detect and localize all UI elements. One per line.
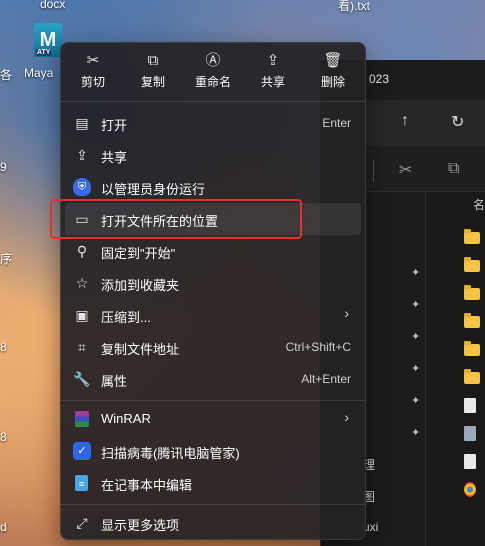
menu-item-label: 固定到"开始" [101, 246, 176, 261]
desktop-edge-label: 8 [0, 430, 7, 444]
highlight-annotation-box [50, 199, 302, 239]
scissors-icon[interactable]: ✂ [399, 160, 412, 180]
pin-icon: ⚲ [76, 243, 88, 259]
chevron-right-icon: › [344, 305, 349, 321]
folder-icon[interactable] [464, 257, 480, 272]
copy-icon: ⧉ [147, 52, 159, 69]
file-icon[interactable] [464, 398, 476, 413]
scissors-icon: ✂ [86, 52, 100, 69]
share-icon: ⇪ [266, 52, 280, 69]
chevron-right-icon: › [344, 409, 349, 425]
menu-item-edit-in-notepad[interactable]: ≡ 在记事本中编辑 [65, 467, 361, 499]
winrar-icon [75, 411, 89, 427]
folder-icon[interactable] [464, 313, 480, 328]
delete-button[interactable]: 🗑 删除 [303, 49, 363, 97]
desktop-edge-label: 9 [0, 160, 7, 174]
quick-action-bar: ✂ 剪切 ⧉ 复制 Ⓐ 重命名 ⇪ 共享 🗑 删除 [61, 43, 365, 101]
file-icon[interactable] [464, 454, 476, 469]
chrome-file-icon[interactable] [464, 482, 476, 497]
menu-item-label: 复制文件地址 [101, 342, 180, 357]
zip-folder-icon: ▣ [75, 307, 89, 323]
menu-divider [61, 101, 365, 102]
refresh-icon[interactable]: ↻ [451, 112, 464, 132]
folder-icon[interactable] [464, 229, 480, 244]
copy-icon[interactable]: ⧉ [448, 160, 459, 178]
menu-item-label: 显示更多选项 [101, 518, 180, 533]
menu-item-share[interactable]: ⇪ 共享 [65, 139, 361, 171]
menu-item-label: 以管理员身份运行 [101, 182, 206, 197]
desktop-file-label-docx[interactable]: docx [40, 0, 65, 11]
menu-item-copy-path[interactable]: ⌗ 复制文件地址 Ctrl+Shift+C [65, 331, 361, 363]
menu-item-add-to-favorites[interactable]: ☆ 添加到收藏夹 [65, 267, 361, 299]
menu-item-label: WinRAR [101, 411, 151, 426]
pin-icon: ✦ [411, 395, 421, 407]
menu-item-shortcut: Enter [322, 116, 351, 130]
trash-icon: 🗑 [323, 52, 343, 69]
menu-item-open[interactable]: ▤ 打开 Enter [65, 107, 361, 139]
copy-button[interactable]: ⧉ 复制 [123, 49, 183, 97]
context-menu: ✂ 剪切 ⧉ 复制 Ⓐ 重命名 ⇪ 共享 🗑 删除 ▤ 打开 Enter ⇪ 共… [60, 42, 366, 540]
explorer-title: 023 [369, 72, 390, 86]
pin-icon: ✦ [411, 299, 421, 311]
column-header-name[interactable]: 名 [473, 196, 485, 213]
menu-item-label: 共享 [101, 150, 128, 165]
desktop-edge-label: d [0, 520, 7, 534]
pin-icon: ✦ [411, 267, 421, 279]
star-icon: ☆ [75, 275, 89, 291]
copy-label: 复制 [140, 75, 165, 89]
document-icon: ▤ [75, 115, 89, 131]
menu-item-label: 属性 [101, 374, 128, 389]
desktop-file-label-txt[interactable]: 看).txt [338, 0, 370, 14]
menu-item-show-more-options[interactable]: ⤢ 显示更多选项 [65, 507, 361, 539]
desktop-edge-label: 序 [0, 252, 13, 266]
menu-divider [61, 504, 365, 505]
share-icon: ⇪ [76, 147, 88, 163]
menu-item-shortcut: Ctrl+Shift+C [285, 340, 351, 354]
menu-item-shortcut: Alt+Enter [301, 372, 351, 386]
share-label: 共享 [260, 75, 285, 89]
desktop-edge-label: 8 [0, 340, 7, 354]
pin-icon: ✦ [411, 427, 421, 439]
up-arrow-icon[interactable]: ↑ [401, 112, 409, 130]
menu-item-scan-virus[interactable]: ✓ 扫描病毒(腾讯电脑管家) [65, 435, 361, 467]
menu-item-label: 添加到收藏夹 [101, 278, 180, 293]
explorer-file-list [425, 192, 485, 546]
file-icon[interactable] [464, 426, 476, 441]
menu-item-winrar[interactable]: WinRAR › [65, 403, 361, 435]
menu-item-compress-to[interactable]: ▣ 压缩到... › [65, 299, 361, 331]
tencent-shield-icon: ✓ [73, 442, 91, 460]
folder-icon[interactable] [464, 341, 480, 356]
wrench-icon: 🔧 [73, 371, 91, 387]
share-button[interactable]: ⇪ 共享 [243, 49, 303, 97]
toolbar-divider [373, 160, 374, 182]
admin-shield-icon: ⛨ [73, 178, 91, 196]
delete-label: 删除 [320, 75, 345, 89]
maya-app-label[interactable]: Maya [24, 66, 53, 80]
folder-icon[interactable] [464, 285, 480, 300]
pin-icon: ✦ [411, 363, 421, 375]
rename-icon: Ⓐ [205, 52, 221, 69]
desktop-edge-label: 各 [0, 68, 13, 82]
cut-label: 剪切 [80, 75, 105, 89]
menu-item-pin-to-start[interactable]: ⚲ 固定到"开始" [65, 235, 361, 267]
menu-item-label: 在记事本中编辑 [101, 478, 193, 493]
menu-item-label: 打开 [101, 118, 128, 133]
notepad-icon: ≡ [75, 475, 88, 491]
cut-button[interactable]: ✂ 剪切 [63, 49, 123, 97]
folder-icon[interactable] [464, 369, 480, 384]
menu-item-label: 压缩到... [101, 310, 151, 325]
more-options-icon: ⤢ [76, 515, 88, 531]
rename-label: 重命名 [194, 75, 231, 89]
pin-icon: ✦ [411, 331, 421, 343]
maya-app-icon[interactable]: M ATY [34, 23, 62, 57]
menu-divider [61, 400, 365, 401]
menu-item-label: 扫描病毒(腾讯电脑管家) [101, 446, 240, 461]
menu-item-properties[interactable]: 🔧 属性 Alt+Enter [65, 363, 361, 395]
maya-icon-badge: ATY [36, 49, 52, 56]
rename-button[interactable]: Ⓐ 重命名 [183, 49, 243, 97]
copy-path-icon: ⌗ [78, 339, 86, 355]
